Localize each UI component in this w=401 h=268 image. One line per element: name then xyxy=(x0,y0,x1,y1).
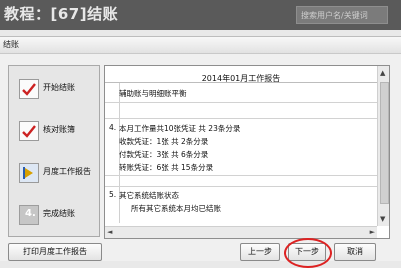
report-header: 2014年01月工作报告 xyxy=(105,66,377,83)
report-line-number: 5. xyxy=(109,190,117,199)
report-line: 辅助账与明细账平衡 xyxy=(119,89,187,98)
report-line: 付款凭证：3张 共 6条分录 xyxy=(119,150,209,159)
search-input[interactable]: 搜索用户名/关键词 xyxy=(296,6,388,24)
divider xyxy=(105,118,377,119)
cancel-button[interactable]: 取消 xyxy=(334,243,376,261)
vertical-scrollbar[interactable]: ▲ ▼ xyxy=(377,66,389,226)
divider xyxy=(105,186,377,187)
step-label: 核对账簿 xyxy=(43,125,75,134)
report-line: 转账凭证：6张 共 15条分录 xyxy=(119,163,214,172)
report-line: 所有其它系统本月均已结账 xyxy=(131,204,221,213)
step-list: 开始结账 核对账簿 月度工作报告 4. 完成结账 xyxy=(8,65,100,237)
check-icon xyxy=(19,79,39,99)
scroll-down-icon[interactable]: ▼ xyxy=(380,215,385,223)
monthly-report-panel: 2014年01月工作报告 辅助账与明细账平衡 4. 本月工作量共10张凭证 共 … xyxy=(104,65,390,239)
report-line: 收款凭证：1张 共 2条分录 xyxy=(119,137,209,146)
horizontal-scrollbar[interactable]: ◄ ► xyxy=(105,226,377,238)
highlight-annotation xyxy=(284,238,332,268)
scroll-thumb[interactable] xyxy=(380,82,389,204)
step-label: 开始结账 xyxy=(43,83,75,92)
check-icon xyxy=(19,121,39,141)
step-label: 完成结账 xyxy=(43,209,75,218)
step-complete-checkout: 4. 完成结账 xyxy=(17,202,97,230)
dialog-title: 结账 xyxy=(3,40,19,49)
report-line-number: 4. xyxy=(109,123,117,132)
divider xyxy=(105,102,377,103)
report-line: 其它系统结账状态 xyxy=(119,191,179,200)
app-title: 教程：[67]结账 xyxy=(4,5,119,23)
checkout-dialog: 结账 开始结账 核对账簿 月度工作报告 4. 完成结账 2014年01月工作报告… xyxy=(0,36,401,268)
divider xyxy=(105,175,377,176)
step-start-checkout: 开始结账 xyxy=(17,76,97,104)
scroll-up-icon[interactable]: ▲ xyxy=(380,69,385,77)
step-label: 月度工作报告 xyxy=(43,167,91,176)
arrow-right-icon xyxy=(19,163,39,183)
report-title: 2014年01月工作报告 xyxy=(201,74,281,83)
report-line: 本月工作量共10张凭证 共 23条分录 xyxy=(119,124,241,133)
search-placeholder: 搜索用户名/关键词 xyxy=(301,11,368,20)
step-verify-books: 核对账簿 xyxy=(17,118,97,146)
app-title-bar: 教程：[67]结账 搜索用户名/关键词 xyxy=(0,0,401,30)
line-number-column xyxy=(105,83,120,223)
print-report-button[interactable]: 打印月度工作报告 xyxy=(8,243,102,261)
scroll-left-icon[interactable]: ◄ xyxy=(107,228,112,236)
scroll-right-icon[interactable]: ► xyxy=(370,228,375,236)
step-number-icon: 4. xyxy=(19,205,39,225)
previous-button[interactable]: 上一步 xyxy=(240,243,280,261)
step-monthly-report: 月度工作报告 xyxy=(17,160,97,188)
dialog-title-bar: 结账 xyxy=(0,37,401,54)
